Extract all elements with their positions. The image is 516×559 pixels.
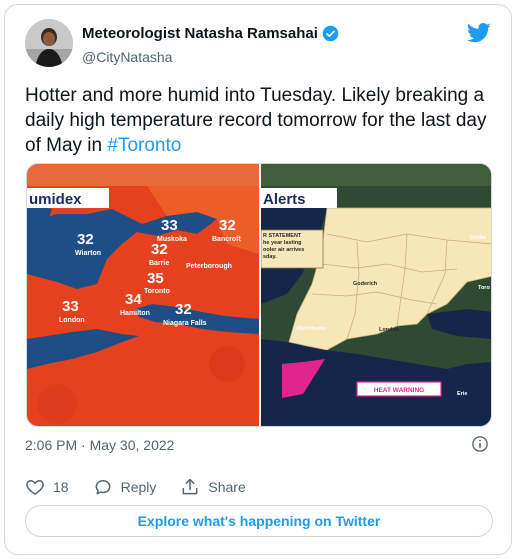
reading-value: 35 [147, 270, 164, 287]
tweet-time: 2:06 PM [25, 437, 78, 453]
alerts-title: Alerts [263, 191, 306, 208]
reading-place: Niagara Falls [163, 320, 207, 327]
reading-place: Toronto [144, 288, 170, 295]
statement-line: sday. [263, 254, 277, 260]
reading-place: Peterborough [186, 263, 232, 270]
reading-value: 34 [125, 291, 142, 308]
reading-value: 32 [77, 231, 94, 248]
author-display-name: Meteorologist Natasha Ramsahai [82, 25, 318, 42]
reading-place: Hamilton [120, 310, 150, 317]
reading-place: London [59, 317, 85, 324]
place-label: Erie [457, 391, 467, 397]
reading-value: 32 [151, 241, 168, 258]
reading-place: Barrie [149, 260, 169, 267]
tweet-media[interactable]: umidex 33 Muskoka 32 Bancroft 32 Wiarton… [26, 163, 492, 427]
explore-twitter-button[interactable]: Explore what's happening on Twitter [25, 505, 493, 537]
reading-value: 33 [161, 217, 178, 234]
heart-icon [26, 480, 44, 495]
avatar[interactable] [25, 19, 73, 67]
place-label: London [379, 327, 400, 333]
share-button[interactable]: Share [180, 477, 246, 497]
reading-place: Bancroft [212, 236, 241, 243]
alerts-map: Alerts R STATEMENT he year lasting ooler… [260, 164, 491, 426]
statement-line: R STATEMENT [263, 233, 302, 239]
place-label: Toro [478, 285, 490, 291]
tweet-timestamp[interactable]: 2:06 PM · May 30, 2022 [25, 437, 174, 453]
reply-button[interactable]: Reply [93, 477, 157, 497]
reading-value: 33 [62, 298, 79, 315]
reply-label: Reply [120, 479, 157, 495]
reading-place: Wiarton [75, 250, 101, 257]
timestamp-separator: · [81, 437, 86, 453]
share-label: Share [208, 479, 246, 495]
author-handle[interactable]: @CityNatasha [82, 49, 172, 65]
humidex-title: umidex [29, 191, 82, 208]
tweet-actions: 18 Reply Share [25, 477, 270, 497]
tweet-card: Meteorologist Natasha Ramsahai @CityNata… [4, 4, 512, 555]
tweet-date: May 30, 2022 [89, 437, 175, 453]
reading-value: 32 [219, 217, 236, 234]
like-count: 18 [53, 479, 69, 495]
reply-icon [95, 480, 110, 495]
statement-line: ooler air arrives [263, 247, 304, 253]
place-label: Orillia [470, 235, 487, 241]
hashtag-link[interactable]: #Toronto [107, 135, 181, 156]
statement-line: he year lasting [263, 240, 302, 246]
tweet-text: Hotter and more humid into Tuesday. Like… [25, 83, 497, 158]
humidex-map: umidex 33 Muskoka 32 Bancroft 32 Wiarton… [27, 164, 259, 426]
heat-warning-label: HEAT WARNING [374, 387, 424, 394]
tweet-body: Hotter and more humid into Tuesday. Like… [25, 85, 487, 156]
share-icon [182, 478, 198, 495]
info-icon[interactable] [471, 435, 489, 453]
reading-value: 32 [175, 301, 192, 318]
twitter-bird-icon[interactable] [467, 23, 491, 43]
like-button[interactable]: 18 [25, 477, 69, 497]
author-name[interactable]: Meteorologist Natasha Ramsahai [82, 25, 339, 42]
verified-badge-icon [322, 25, 339, 42]
place-label: Port Huron [297, 326, 326, 332]
place-label: Goderich [353, 281, 378, 287]
